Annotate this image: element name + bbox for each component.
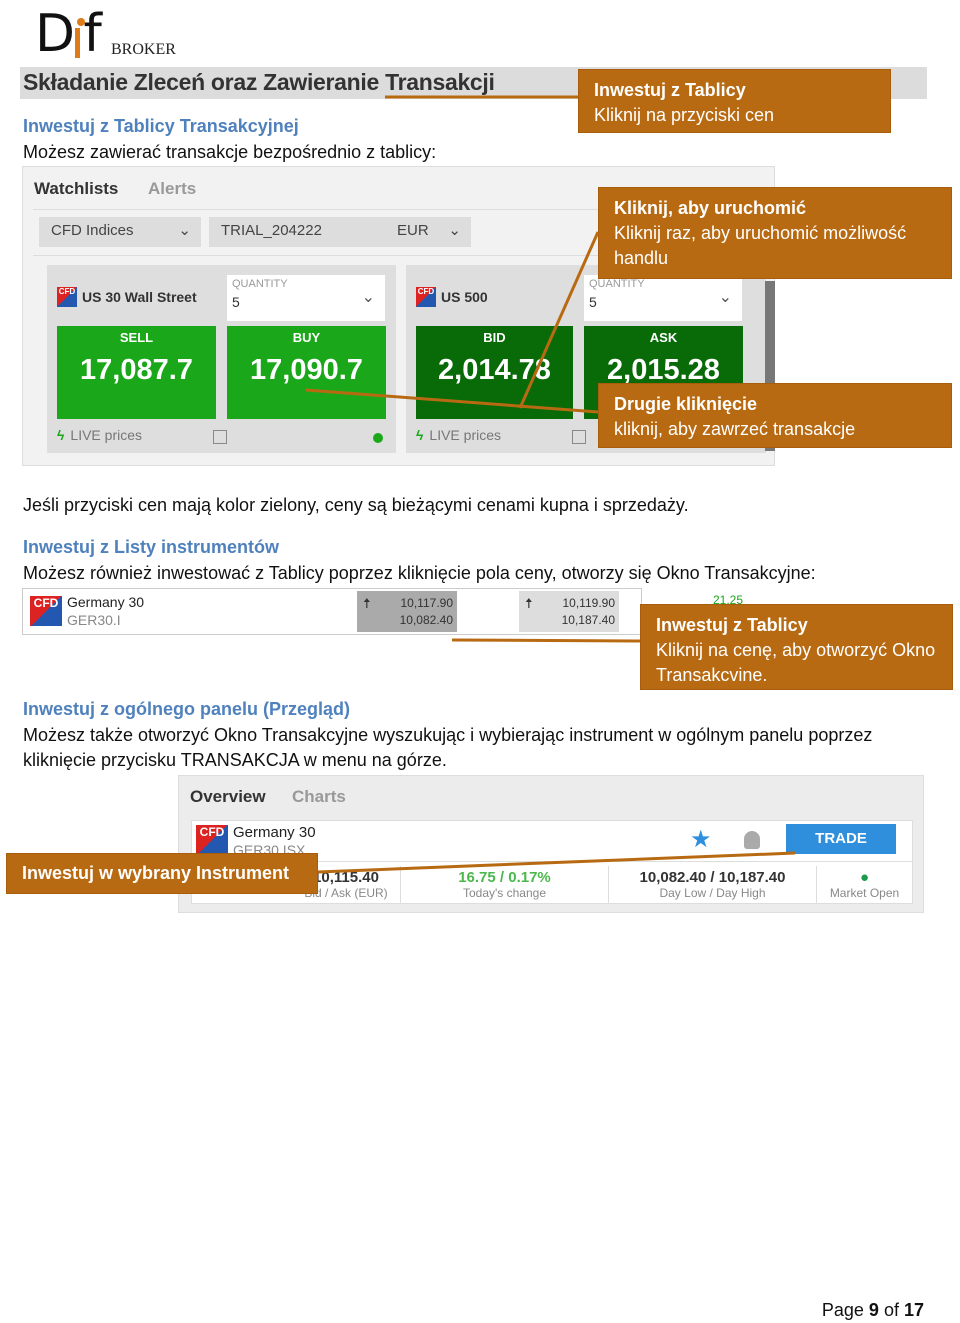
buy-button[interactable]: BUY 17,090.7 [227, 326, 386, 419]
tab-overview[interactable]: Overview [190, 787, 266, 807]
section-heading: Inwestuj z Listy instrumentów [23, 537, 280, 557]
quantity-field[interactable]: QUANTITY 5 ⌄ [584, 275, 742, 321]
callout-click-price: Inwestuj z Tablicy Kliknij na cenę, aby o… [640, 604, 953, 690]
connector-line [451, 638, 641, 643]
cfd-icon: CFD [196, 825, 228, 855]
difbroker-logo: Dif BROKER [35, 4, 176, 64]
callout-invest-board: Inwestuj z Tablicy Kliknij na przyciski c… [578, 69, 891, 133]
callout-second-click: Drugie kliknięcie kliknij, aby zawrzeć tr… [598, 383, 952, 448]
list-dropdown[interactable]: CFD Indices ⌄ [39, 217, 201, 247]
bell-icon[interactable] [744, 831, 760, 849]
instrument-list-row[interactable]: CFD Germany 30 GER30.I 🠅 10,117.90 10,082.… [22, 588, 743, 635]
ask-price-button[interactable]: 🠅 10,119.90 10,187.40 [519, 591, 619, 632]
tab-charts[interactable]: Charts [292, 787, 346, 807]
page-title: Składanie Zleceń oraz Zawieranie Transak… [23, 69, 495, 95]
section-heading: Inwestuj z Tablicy Transakcyjnej [23, 116, 299, 136]
quantity-field[interactable]: QUANTITY 5 ⌄ [227, 275, 385, 321]
list-icon[interactable] [213, 430, 227, 444]
callout-invest-instrument: Inwestuj w wybrany Instrument [6, 853, 318, 894]
section-text: Możesz także otworzyć Okno Transakcyjne … [23, 725, 873, 770]
chevron-down-icon: ⌄ [718, 289, 732, 306]
section-text: Możesz również inwestować z Tablicy popr… [23, 563, 816, 583]
chevron-down-icon: ⌄ [361, 289, 375, 306]
cfd-icon: CFD [416, 287, 436, 307]
chevron-down-icon: ⌄ [448, 222, 461, 239]
trade-button[interactable]: TRADE [786, 824, 896, 854]
note-text: Jeśli przyciski cen mają kolor zielony, … [23, 495, 689, 515]
page-number: Page 9 of 17 [821, 1300, 924, 1320]
callout-first-click: Kliknij, aby uruchomić Kliknij raz, aby u… [598, 187, 952, 279]
arrow-up-icon: 🠅 [525, 595, 533, 611]
instrument-card: CFD US 30 Wall Street QUANTITY 5 ⌄ SELL 17,0… [47, 265, 396, 453]
status-dot-icon [373, 433, 383, 443]
cfd-icon: CFD [30, 596, 62, 626]
bid-price-button[interactable]: 🠅 10,117.90 10,082.40 [357, 591, 457, 632]
tab-watchlists[interactable]: Watchlists [34, 179, 118, 199]
account-dropdown[interactable]: TRIAL_204222 EUR ⌄ [209, 217, 471, 247]
star-icon[interactable]: ★ [690, 825, 712, 854]
arrow-up-icon: 🠅 [363, 595, 371, 611]
list-icon[interactable] [572, 430, 586, 444]
lightning-icon: ϟ [57, 427, 65, 443]
section-text: Możesz zawierać transakcje bezpośrednio … [23, 142, 437, 162]
cfd-icon: CFD [57, 287, 77, 307]
chevron-down-icon: ⌄ [178, 222, 191, 239]
sell-button[interactable]: SELL 17,087.7 [57, 326, 216, 419]
tab-alerts[interactable]: Alerts [148, 179, 196, 199]
bid-button[interactable]: BID 2,014.78 [416, 326, 573, 419]
lightning-icon: ϟ [416, 427, 424, 443]
section-heading: Inwestuj z ogólnego panelu (Przegląd) [23, 699, 351, 719]
